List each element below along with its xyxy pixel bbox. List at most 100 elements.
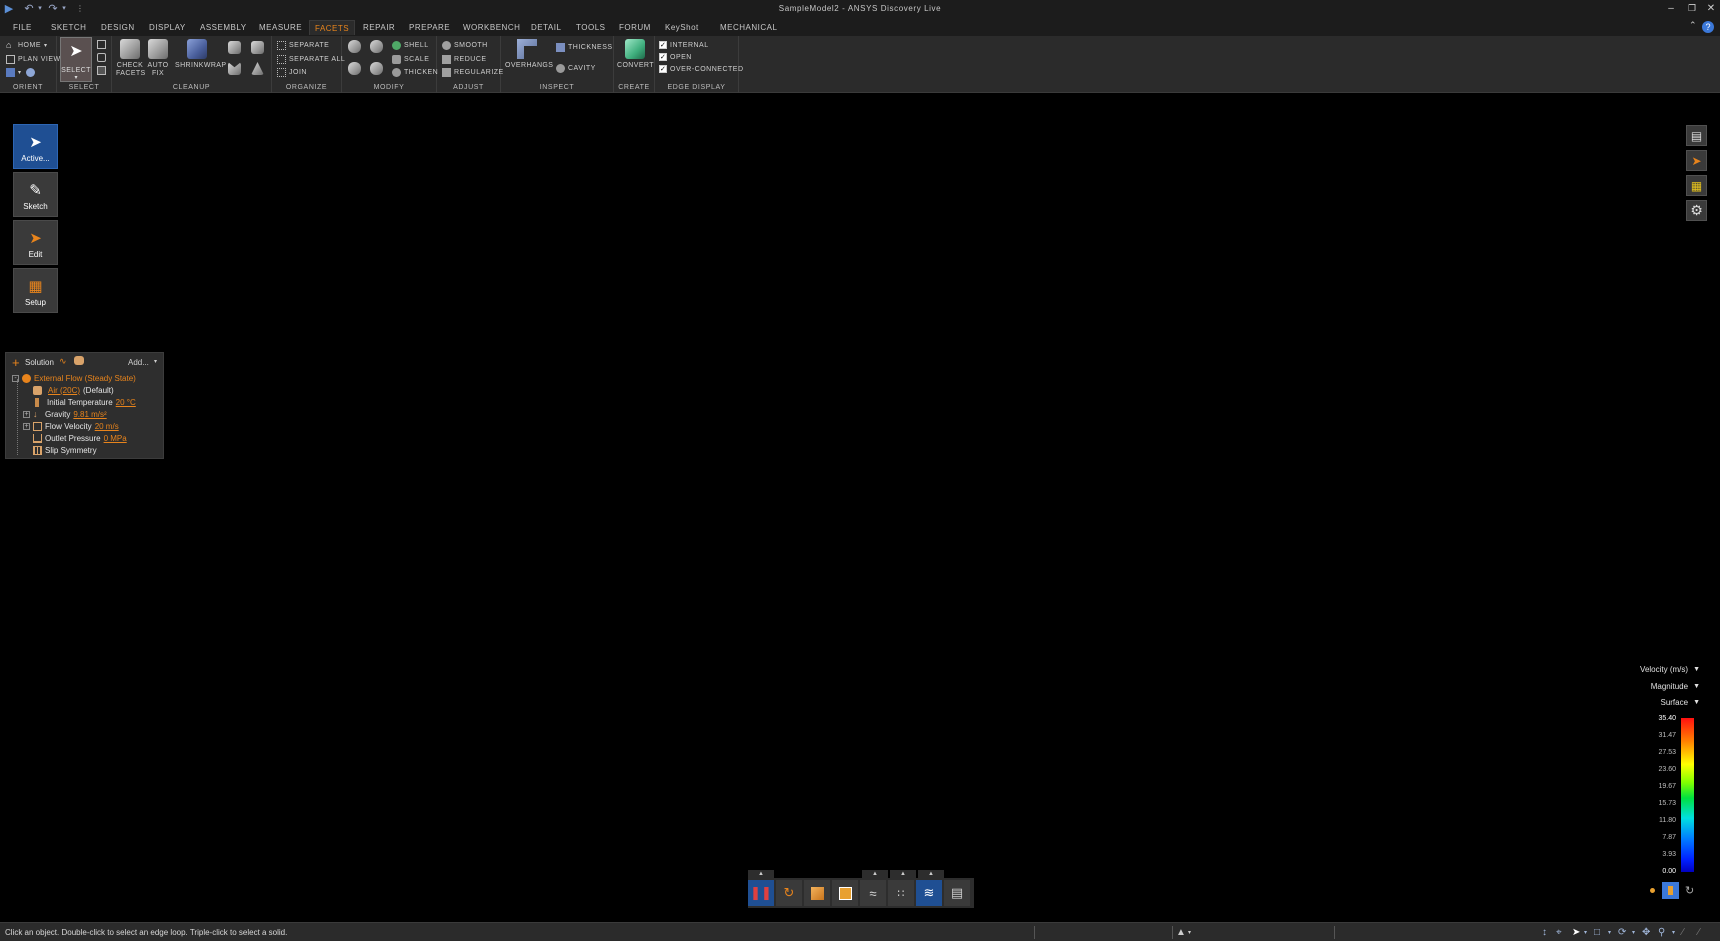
select-button[interactable]: ➤ Select ▾ [60,37,92,82]
tree-item-material[interactable]: Air (20C) (Default) [33,384,114,396]
tree-item-initial-temperature[interactable]: Initial Temperature 20 °C [33,396,136,408]
collapse-icon[interactable]: - [12,374,19,382]
home-button[interactable]: ⌂ Home ▾ [6,41,48,50]
restart-icon[interactable]: ↻ [776,880,802,906]
pointer-select-icon[interactable]: ➤ [1572,927,1580,938]
select-mode-paint-icon[interactable] [97,66,106,75]
tab-workbench[interactable]: Workbench [458,20,525,35]
velocity-color-bar[interactable] [1681,718,1694,872]
smooth-button[interactable]: Smooth [442,41,488,50]
vectors-icon[interactable]: ▤ [944,880,970,906]
tab-keyshot[interactable]: KeyShot [660,20,704,35]
active-tool-button[interactable]: ➤ Active... [13,124,58,169]
thicken-button[interactable]: Thicken [392,68,438,77]
initial-temperature-value[interactable]: 20 °C [116,398,136,407]
view-cube-button[interactable]: ▾ [6,68,38,77]
box-select-icon[interactable]: □ [1594,927,1600,938]
reduce-button[interactable]: Reduce [442,55,487,64]
show-section-button[interactable] [832,880,858,906]
collapse-ribbon-icon[interactable]: ⌃ [1689,20,1697,31]
streamlines-options-tab[interactable]: ▲ [862,870,888,878]
join-button[interactable]: Join [277,68,307,77]
outlet-pressure-value[interactable]: 0 MPa [104,434,127,443]
pan-view-icon[interactable]: ✥ [1642,927,1650,938]
flow-velocity-value[interactable]: 20 m/s [95,422,119,431]
rotate-view-icon[interactable]: ⟳ [1618,927,1626,938]
tab-sketch[interactable]: Sketch [46,20,91,35]
flow-lines-options-tab[interactable]: ▲ [918,870,944,878]
tree-item-slip-symmetry[interactable]: Slip Symmetry [33,444,97,456]
shrinkwrap-button[interactable]: Shrinkwrap [175,39,226,70]
help-icon[interactable]: ? [1702,21,1714,33]
layers-icon[interactable]: ▦ [1686,175,1707,196]
scale-button[interactable]: Scale [392,55,429,64]
tree-item-gravity[interactable]: + ↓ Gravity 9.81 m/s² [23,408,107,420]
tab-assembly[interactable]: Assembly [195,20,252,35]
add-dropdown-icon[interactable]: ▾ [154,358,157,365]
pointer-dropdown-icon[interactable]: ▾ [1584,929,1587,936]
check-facets-button[interactable]: Check Facets [116,39,145,78]
auto-fix-button[interactable]: Auto Fix [146,39,170,78]
open-checkbox[interactable]: ✓ Open [659,53,692,61]
tab-design[interactable]: Design [96,20,140,35]
fix-normals-icon[interactable] [251,41,264,54]
pan-select-icon[interactable]: ⌖ [1556,927,1562,938]
pause-icon[interactable]: ❚❚ [748,880,774,906]
over-connected-checkbox[interactable]: ✓ Over-Connected [659,65,744,73]
close-button[interactable]: ✕ [1700,1,1720,15]
thickness-button[interactable]: Thickness [556,43,613,52]
modify-tool-4-icon[interactable] [370,62,383,75]
shell-button[interactable]: Shell [392,41,429,50]
legend-lock-button[interactable] [1662,882,1679,899]
tab-prepare[interactable]: Prepare [404,20,455,35]
pause-options-tab[interactable]: ▲ [748,870,774,878]
modify-tool-3-icon[interactable] [348,62,361,75]
tree-item-flow-velocity[interactable]: + Flow Velocity 20 m/s [23,420,119,432]
measure-icon[interactable]: ∕ [1682,927,1684,938]
streamlines-icon[interactable]: ≈ [860,880,886,906]
zoom-dropdown-icon[interactable]: ▾ [1672,929,1675,936]
structure-tree-icon[interactable]: ▤ [1686,125,1707,146]
zoom-icon[interactable]: ⚲ [1658,927,1665,938]
legend-component-select[interactable]: Magnitude ▼ [1651,682,1700,691]
fill-holes-icon[interactable] [228,41,241,54]
tab-facets[interactable]: Facets [309,20,356,35]
tab-forum[interactable]: Forum [614,20,656,35]
select-mode-lasso-icon[interactable] [97,53,106,62]
select-mode-box-icon[interactable] [97,40,106,49]
tab-tools[interactable]: Tools [571,20,610,35]
plan-view-button[interactable]: Plan View [6,55,61,64]
flow-lines-icon[interactable]: ≋ [916,880,942,906]
legend-tick-min[interactable]: 0.00 [1640,868,1676,875]
legend-tick-max[interactable]: 35.40 [1640,715,1676,722]
internal-checkbox[interactable]: ✓ Internal [659,41,709,49]
expand-icon[interactable]: + [23,410,30,418]
modify-tool-1-icon[interactable] [348,40,361,53]
plus-icon[interactable]: + [12,355,20,370]
ruler-icon[interactable]: ∕ [1698,927,1700,938]
gravity-value[interactable]: 9.81 m/s² [73,410,106,419]
fix-intersections-icon[interactable] [228,62,241,75]
gear-icon[interactable]: ⚙ [1686,200,1707,221]
expand-icon[interactable]: + [23,422,30,430]
particles-icon[interactable]: ∷ [888,880,914,906]
solution-graph-icon[interactable]: ∿ [59,356,67,367]
add-button[interactable]: Add... [128,358,149,367]
sketch-mode-button[interactable]: ✎ Sketch [13,172,58,217]
particles-options-tab[interactable]: ▲ [890,870,916,878]
cavity-button[interactable]: Cavity [556,64,596,73]
box-select-dropdown-icon[interactable]: ▾ [1608,929,1611,936]
material-value[interactable]: Air (20C) [48,386,80,395]
remove-spikes-icon[interactable] [251,62,264,75]
overhangs-button[interactable]: Overhangs [505,39,553,70]
tree-root-external-flow[interactable]: - External Flow (Steady State) [12,372,136,384]
edit-mode-button[interactable]: ➤ Edit [13,220,58,265]
regularize-button[interactable]: Regularize [442,68,504,77]
show-surface-button[interactable] [804,880,830,906]
warning-triangle-icon[interactable]: ▲ [1176,927,1186,938]
setup-mode-button[interactable]: ▦ Setup [13,268,58,313]
tab-measure[interactable]: Measure [254,20,307,35]
separate-all-button[interactable]: Separate All [277,55,345,64]
modify-tool-2-icon[interactable] [370,40,383,53]
separate-button[interactable]: Separate [277,41,329,50]
